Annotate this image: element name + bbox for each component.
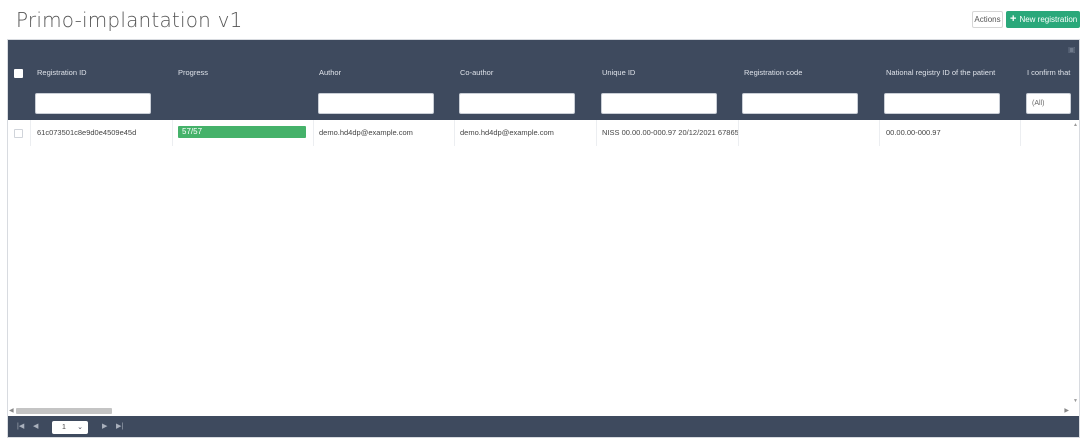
horizontal-scrollbar[interactable]: ◀ ▶ <box>8 406 1071 416</box>
page-select[interactable]: 1 ⌄ <box>52 421 88 434</box>
column-divider <box>313 120 314 146</box>
column-header-registration-code[interactable]: Registration code <box>744 68 874 82</box>
column-header-unique-id[interactable]: Unique ID <box>602 68 732 82</box>
scroll-left-icon[interactable]: ◀ <box>9 407 14 414</box>
registrations-grid: ▣ Registration ID Progress Author Co-aut… <box>7 39 1080 438</box>
progress-bar: 57/57 <box>178 126 306 138</box>
progress-label: 57/57 <box>182 127 203 136</box>
chevron-down-icon: ⌄ <box>77 424 83 431</box>
vertical-scrollbar[interactable]: ▲ ▼ <box>1071 120 1079 406</box>
column-divider <box>879 120 880 146</box>
column-header-confirm[interactable]: I confirm that <box>1027 68 1075 82</box>
filter-unique-id-input[interactable] <box>601 93 717 114</box>
column-divider <box>1020 120 1021 146</box>
column-divider <box>30 120 31 146</box>
plus-icon: + <box>1010 13 1017 25</box>
scroll-right-icon[interactable]: ▶ <box>1064 407 1069 414</box>
cell-author: demo.hd4dp@example.com <box>319 128 413 137</box>
column-chooser-icon[interactable]: ▣ <box>1068 46 1076 54</box>
cell-co-author: demo.hd4dp@example.com <box>460 128 554 137</box>
grid-body: 61c073501c8e9d0e4509e45d 57/57 demo.hd4d… <box>8 120 1079 406</box>
previous-page-icon[interactable]: ◀ <box>33 422 38 430</box>
column-header-progress[interactable]: Progress <box>178 68 308 82</box>
page: Primo-implantation v1 Actions + New regi… <box>0 0 1090 438</box>
first-page-icon[interactable]: |◀ <box>17 422 24 430</box>
last-page-icon[interactable]: ▶| <box>116 422 123 430</box>
cell-national-registry-id: 00.00.00-000.97 <box>886 128 941 137</box>
page-title: Primo-implantation v1 <box>16 8 243 32</box>
grid-header: ▣ Registration ID Progress Author Co-aut… <box>8 40 1079 120</box>
filter-national-registry-id-input[interactable] <box>884 93 1000 114</box>
scroll-up-icon[interactable]: ▲ <box>1073 122 1078 128</box>
next-page-icon[interactable]: ▶ <box>102 422 107 430</box>
column-header-author[interactable]: Author <box>319 68 449 82</box>
column-divider <box>454 120 455 146</box>
horizontal-scroll-thumb[interactable] <box>16 408 112 414</box>
row-checkbox[interactable] <box>14 129 23 138</box>
filter-confirm-select[interactable]: (All) <box>1026 93 1071 114</box>
new-registration-button[interactable]: + New registration <box>1006 11 1080 28</box>
actions-button[interactable]: Actions <box>972 11 1003 28</box>
column-divider <box>172 120 173 146</box>
filter-co-author-input[interactable] <box>459 93 575 114</box>
column-header-registration-id[interactable]: Registration ID <box>37 68 167 82</box>
filter-author-input[interactable] <box>318 93 434 114</box>
cell-unique-id: NISS 00.00.00-000.97 20/12/2021 67865 <box>602 128 739 137</box>
scroll-down-icon[interactable]: ▼ <box>1073 398 1078 404</box>
column-header-co-author[interactable]: Co-author <box>460 68 590 82</box>
column-divider <box>596 120 597 146</box>
current-page-label: 1 <box>62 424 66 431</box>
column-header-national-registry-id[interactable]: National registry ID of the patient <box>886 68 1022 82</box>
pager: |◀ ◀ 1 ⌄ ▶ ▶| <box>8 416 1079 437</box>
new-registration-label: New registration <box>1019 15 1078 24</box>
cell-registration-id: 61c073501c8e9d0e4509e45d <box>37 128 137 137</box>
table-row[interactable]: 61c073501c8e9d0e4509e45d 57/57 demo.hd4d… <box>8 120 1068 146</box>
select-all-checkbox[interactable] <box>14 69 23 78</box>
filter-registration-code-input[interactable] <box>742 93 858 114</box>
filter-registration-id-input[interactable] <box>35 93 151 114</box>
column-divider <box>738 120 739 146</box>
